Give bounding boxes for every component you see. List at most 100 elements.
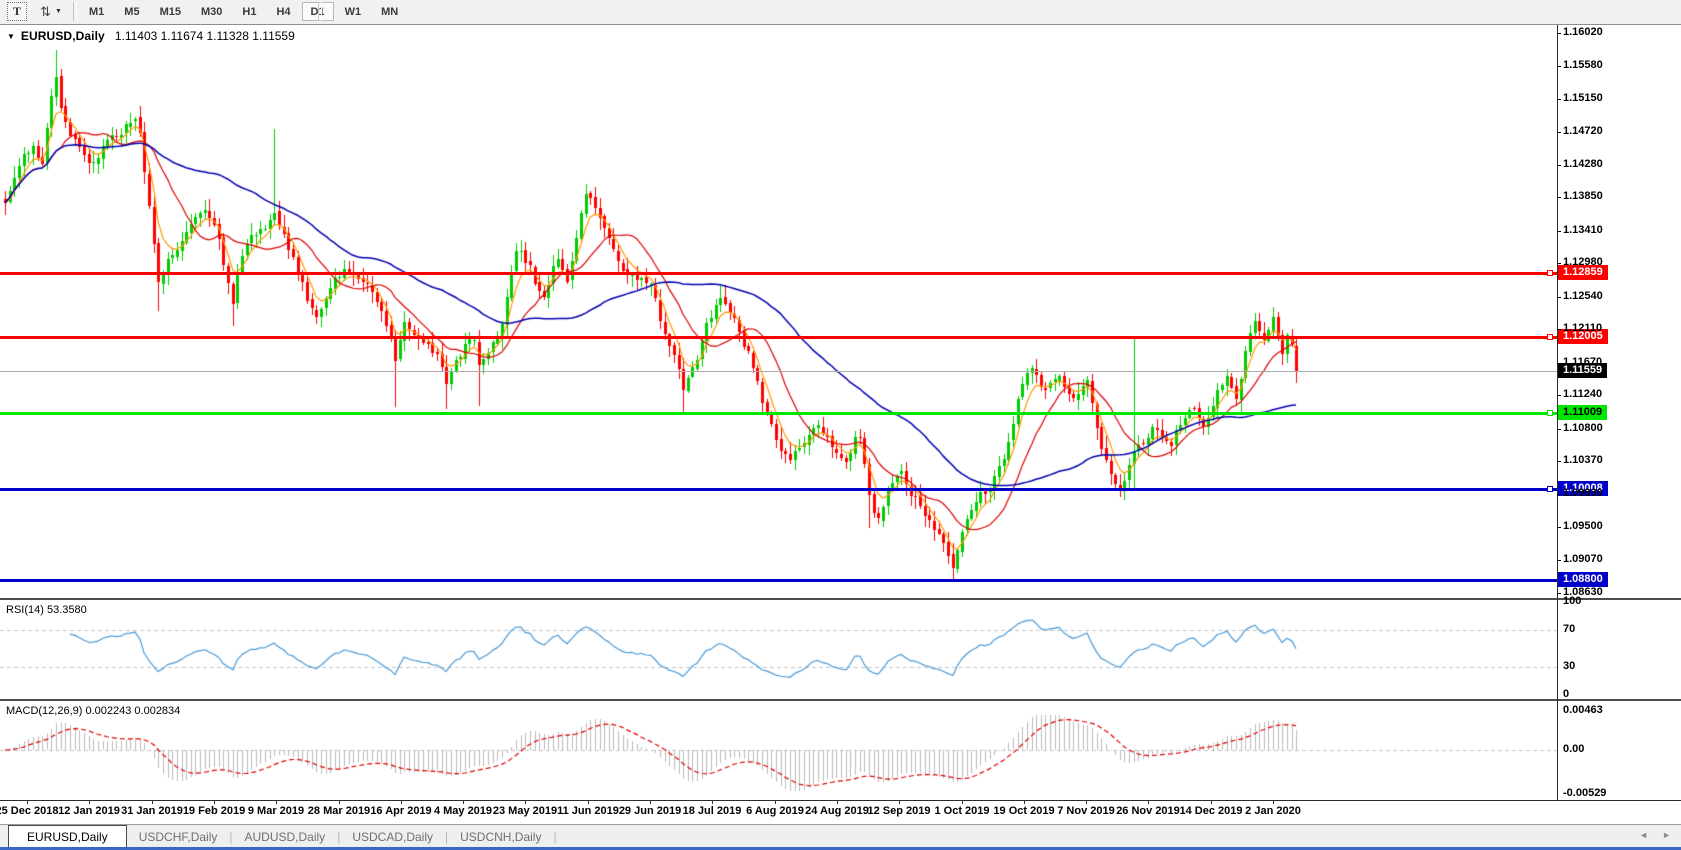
price-axis-border	[1557, 25, 1558, 800]
rsi-label: RSI(14) 53.3580	[6, 604, 87, 616]
toolbar-separator	[318, 2, 322, 21]
chevron-down-icon: ▼	[54, 8, 62, 15]
price-tick-mark	[1557, 66, 1561, 67]
level-line-handle[interactable]	[1547, 334, 1553, 340]
date-tick-mark	[775, 800, 776, 804]
price-tick-mark	[1557, 329, 1561, 330]
date-tick-mark	[276, 800, 277, 804]
toolbar: T ⇅ ▼ M1 M5 M15 M30 H1 H4 D1 W1 MN	[0, 0, 1681, 24]
horizontal-level-line-1.12859[interactable]	[0, 272, 1557, 275]
price-tick-label: 1.09930	[1563, 487, 1603, 499]
level-line-handle[interactable]	[1547, 410, 1553, 416]
macd-indicator-canvas[interactable]	[0, 701, 1557, 800]
tab-scroll-right-icon[interactable]: ►	[1662, 831, 1671, 840]
price-tick-label: 1.12540	[1563, 290, 1603, 302]
price-tick-mark	[1557, 297, 1561, 298]
rsi-indicator-canvas[interactable]	[0, 600, 1557, 699]
price-tick-label: 1.13410	[1563, 224, 1603, 236]
chart-header[interactable]: ▼ EURUSD,Daily 1.11403 1.11674 1.11328 1…	[7, 29, 295, 43]
horizontal-level-line-1.08800[interactable]	[0, 579, 1557, 582]
date-tick-mark	[712, 800, 713, 804]
rsi-tick-label: 100	[1563, 595, 1582, 607]
tab-usdcnh-daily[interactable]: USDCNH,Daily	[448, 827, 553, 848]
timeframe-bar: M1 M5 M15 M30 H1 H4 D1 W1 MN	[80, 2, 409, 22]
text-tool-icon: T	[12, 4, 21, 18]
date-tick-mark	[650, 800, 651, 804]
timeframe-button-mn[interactable]: MN	[372, 2, 407, 21]
rsi-tick-label: 70	[1563, 623, 1576, 635]
rsi-tick-label: 0	[1563, 688, 1570, 700]
chart-title: EURUSD,Daily	[20, 29, 105, 43]
date-tick-mark	[1024, 800, 1025, 804]
price-tick-label: 1.16020	[1563, 26, 1603, 38]
level-line-handle[interactable]	[1547, 486, 1553, 492]
date-tick-mark	[89, 800, 90, 804]
date-tick-mark	[588, 800, 589, 804]
tab-audusd-daily[interactable]: AUDUSD,Daily	[233, 827, 338, 848]
timeframe-button-h1[interactable]: H1	[233, 2, 265, 21]
level-line-handle[interactable]	[1547, 270, 1553, 276]
price-tick-label: 1.12980	[1563, 256, 1603, 268]
price-tick-label: 1.11670	[1563, 356, 1603, 368]
price-tick-mark	[1557, 560, 1561, 561]
tab-scroll-buttons: ◄ ►	[1639, 831, 1671, 840]
price-tick-mark	[1557, 363, 1561, 364]
price-chart-canvas[interactable]	[0, 25, 1557, 598]
price-tick-label: 1.14720	[1563, 125, 1603, 137]
price-tick-label: 1.15580	[1563, 59, 1603, 71]
timeframe-button-m1[interactable]: M1	[80, 2, 113, 21]
price-tick-mark	[1557, 99, 1561, 100]
arrows-tool-icon: ⇅	[40, 4, 51, 19]
pane-separator[interactable]	[0, 699, 1681, 702]
tab-usdcad-daily[interactable]: USDCAD,Daily	[340, 827, 445, 848]
toolbar-separator	[73, 2, 77, 21]
date-tick-mark	[339, 800, 340, 804]
price-tick-mark	[1557, 165, 1561, 166]
tabs-holder: EURUSD,Daily USDCHF,Daily | AUDUSD,Daily | US…	[0, 824, 557, 849]
date-tick-mark	[1148, 800, 1149, 804]
price-tick-mark	[1557, 395, 1561, 396]
date-axis-border	[0, 800, 1681, 801]
tab-scroll-left-icon[interactable]: ◄	[1639, 831, 1648, 840]
price-tick-label: 1.12110	[1563, 322, 1603, 334]
price-tick-mark	[1557, 132, 1561, 133]
timeframe-button-m5[interactable]: M5	[115, 2, 148, 21]
price-level-badge-1.11009: 1.11009	[1558, 405, 1608, 420]
horizontal-level-line-1.11009[interactable]	[0, 412, 1557, 415]
macd-label: MACD(12,26,9) 0.002243 0.002834	[6, 705, 181, 717]
rsi-tick-label: 30	[1563, 660, 1576, 672]
horizontal-level-line-1.10008[interactable]	[0, 488, 1557, 491]
tab-eurusd-daily[interactable]: EURUSD,Daily	[8, 825, 127, 849]
date-tick-mark	[401, 800, 402, 804]
price-tick-mark	[1557, 494, 1561, 495]
trading-platform-window: T ⇅ ▼ M1 M5 M15 M30 H1 H4 D1 W1 MN ▼ EURUSD,Dail…	[0, 0, 1681, 850]
tab-usdchf-daily[interactable]: USDCHF,Daily	[127, 827, 230, 848]
macd-tick-label: -0.00529	[1563, 787, 1607, 799]
horizontal-level-line-1.12005[interactable]	[0, 336, 1557, 339]
arrows-tool-button[interactable]: ⇅ ▼	[34, 2, 68, 21]
timeframe-button-w1[interactable]: W1	[336, 2, 371, 21]
date-tick-mark	[962, 800, 963, 804]
symbol-tab-bar: EURUSD,Daily USDCHF,Daily | AUDUSD,Daily | US…	[0, 824, 1681, 849]
date-tick-mark	[27, 800, 28, 804]
text-tool-button[interactable]: T	[7, 2, 27, 21]
macd-tick-label: 0.00	[1563, 743, 1585, 755]
price-tick-label: 1.10800	[1563, 422, 1603, 434]
timeframe-button-m30[interactable]: M30	[192, 2, 231, 21]
date-tick-mark	[525, 800, 526, 804]
date-tick-label: 2 Jan 2020	[1245, 805, 1301, 817]
timeframe-button-h4[interactable]: H4	[267, 2, 299, 21]
date-tick-mark	[214, 800, 215, 804]
tab-separator: |	[553, 830, 557, 844]
price-tick-label: 1.14280	[1563, 158, 1603, 170]
pane-separator[interactable]	[0, 598, 1681, 601]
chart-dropdown-icon[interactable]: ▼	[7, 32, 15, 41]
date-tick-mark	[463, 800, 464, 804]
timeframe-button-m15[interactable]: M15	[151, 2, 190, 21]
date-tick-mark	[1273, 800, 1274, 804]
date-tick-mark	[1211, 800, 1212, 804]
price-tick-label: 1.09500	[1563, 520, 1603, 532]
price-tick-mark	[1557, 33, 1561, 34]
horizontal-level-line-1.11559[interactable]	[0, 371, 1557, 372]
price-tick-mark	[1557, 197, 1561, 198]
